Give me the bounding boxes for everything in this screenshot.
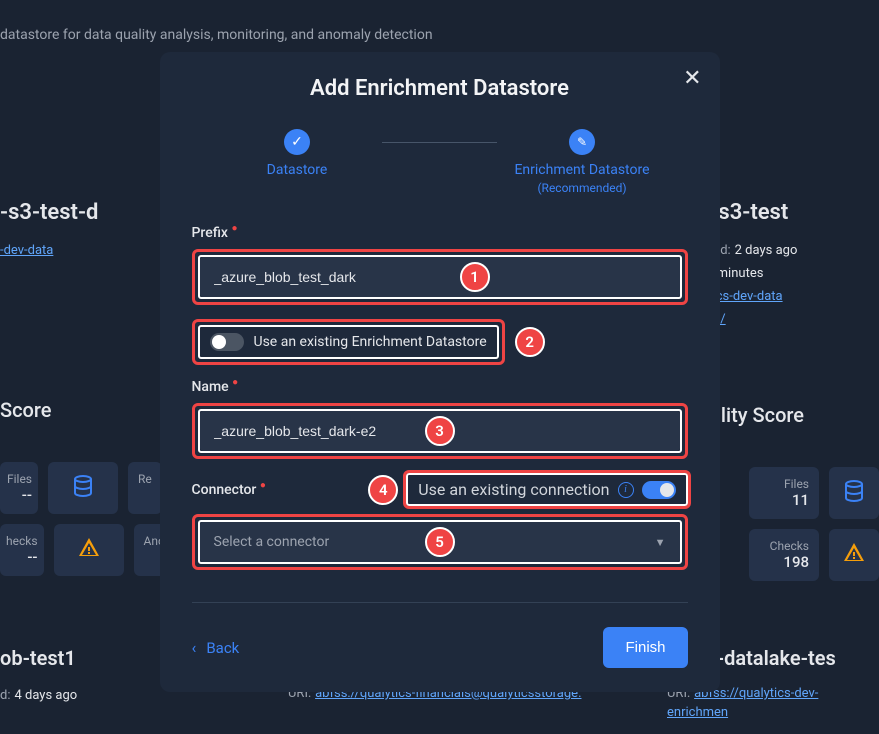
modal-title: Add Enrichment Datastore	[192, 76, 688, 101]
finish-button[interactable]: Finish	[603, 627, 687, 668]
existing-enrichment-label: Use an existing Enrichment Datastore	[254, 334, 487, 350]
step-enrichment[interactable]: ✎ Enrichment Datastore (Recommended)	[497, 129, 667, 197]
connector-group: Connector ● 4 Use an existing connection…	[192, 473, 688, 570]
step-connector-line	[382, 142, 497, 143]
back-button[interactable]: ‹ Back	[192, 638, 240, 657]
info-icon[interactable]: i	[618, 482, 634, 498]
annotation-badge-5: 5	[425, 527, 455, 557]
annotation-badge-2: 2	[515, 327, 545, 357]
existing-connection-toggle[interactable]	[642, 481, 676, 499]
existing-enrichment-toggle[interactable]	[210, 333, 244, 351]
pencil-icon: ✎	[577, 135, 587, 149]
close-icon: ✕	[683, 66, 701, 91]
prefix-input[interactable]	[200, 257, 680, 297]
stepper: ✓ Datastore ✎ Enrichment Datastore (Reco…	[192, 129, 688, 197]
modal-actions: ‹ Back Finish	[192, 602, 688, 668]
close-button[interactable]: ✕	[683, 68, 701, 90]
name-label: Name ●	[192, 379, 688, 395]
annotation-badge-1: 1	[460, 262, 490, 292]
modal-backdrop: ✕ Add Enrichment Datastore ✓ Datastore ✎…	[0, 0, 879, 734]
annotation-badge-3: 3	[425, 416, 455, 446]
check-icon: ✓	[291, 134, 303, 150]
existing-connection-label: Use an existing connection	[418, 480, 609, 499]
prefix-label: Prefix ●	[192, 225, 688, 241]
chevron-left-icon: ‹	[192, 638, 197, 657]
connector-label: Connector ●	[192, 482, 266, 498]
name-group: Name ● 3	[192, 379, 688, 459]
step-datastore[interactable]: ✓ Datastore	[212, 129, 382, 179]
existing-connection-group: Use an existing connection i	[406, 473, 687, 506]
annotation-badge-4: 4	[368, 475, 398, 505]
connector-placeholder: Select a connector	[214, 534, 330, 550]
prefix-group: Prefix ● 1	[192, 225, 688, 305]
existing-enrichment-group: Use an existing Enrichment Datastore 2	[192, 319, 688, 365]
chevron-down-icon: ▼	[655, 536, 666, 549]
add-enrichment-modal: ✕ Add Enrichment Datastore ✓ Datastore ✎…	[160, 52, 720, 692]
